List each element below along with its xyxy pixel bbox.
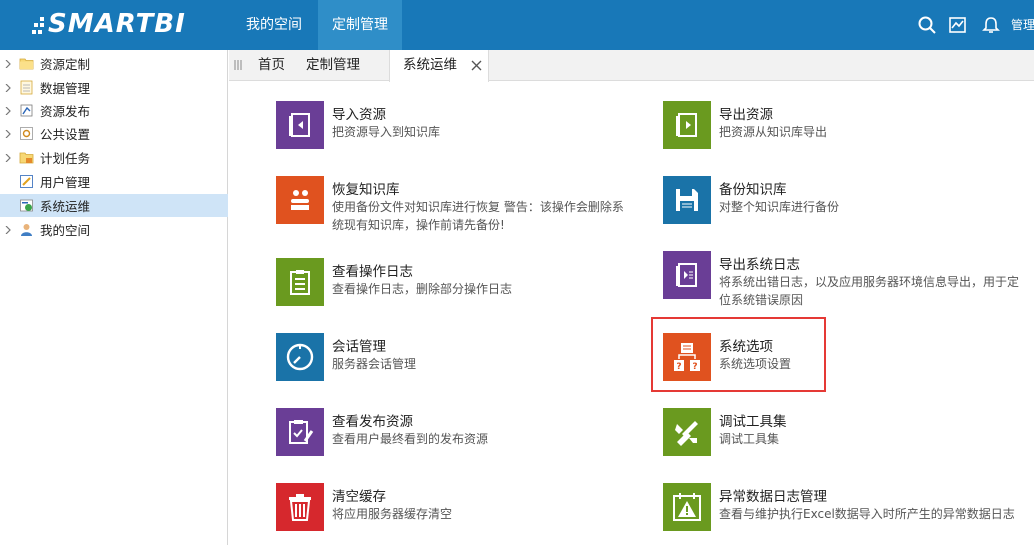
highlight-box [651, 317, 826, 392]
nav-custom-management[interactable]: 定制管理 [318, 0, 402, 50]
tile-view-published-resource[interactable]: 查看发布资源 查看用户最终看到的发布资源 [276, 408, 636, 464]
clipboard-icon [276, 258, 324, 306]
bell-icon[interactable] [981, 15, 1001, 35]
tile-view-operation-log[interactable]: 查看操作日志 查看操作日志，删除部分操作日志 [276, 258, 636, 314]
publish-icon [20, 104, 33, 117]
system-ops-icon [20, 199, 33, 212]
tile-desc: 对整个知识库进行备份 [719, 200, 840, 214]
sidebar-item-resource-publish[interactable]: 资源发布 [0, 99, 228, 122]
top-bar: SMARTBI 我的空间 定制管理 管理 [0, 0, 1034, 50]
logo-text: SMARTBI [48, 9, 186, 39]
restore-icon [276, 176, 324, 224]
tile-restore-repository[interactable]: 恢复知识库 使用备份文件对知识库进行恢复 警告：该操作会删除系统现有知识库，操作… [276, 176, 636, 232]
user-manage-icon [20, 175, 33, 188]
search-icon[interactable] [917, 15, 937, 35]
tile-backup-repository[interactable]: 备份知识库 对整个知识库进行备份 [663, 176, 1023, 232]
tile-title: 导出系统日志 [719, 257, 800, 273]
data-icon [20, 80, 33, 95]
tile-desc: 把资源导入到知识库 [332, 125, 441, 139]
tab-home[interactable]: 首页 [258, 50, 285, 81]
tile-title: 查看操作日志 [332, 264, 413, 280]
sidebar-tree: 资源定制 数据管理 资源发布 公共设置 计划任务 用户管理 系统运维 我的空间 [0, 50, 228, 545]
chevron-right-icon[interactable] [4, 153, 12, 162]
system-ops-panel: 导入资源 把资源导入到知识库 导出资源 把资源从知识库导出 恢复知识库 使用备份… [229, 82, 1034, 545]
sidebar-item-user-management[interactable]: 用户管理 [0, 170, 228, 193]
sidebar-item-scheduled-tasks[interactable]: 计划任务 [0, 146, 228, 169]
tab-system-ops-label: 系统运维 [403, 57, 457, 73]
tile-import-resource[interactable]: 导入资源 把资源导入到知识库 [276, 101, 636, 157]
tile-desc: 将系统出错日志，以及应用服务器环境信息导出，用于定位系统错误原因 [719, 275, 1020, 307]
import-icon [276, 101, 324, 149]
edit-clipboard-icon [276, 408, 324, 456]
export-log-icon [663, 251, 711, 299]
export-icon [663, 101, 711, 149]
tile-desc: 将应用服务器缓存清空 [332, 507, 453, 521]
smartbi-logo[interactable]: SMARTBI [32, 8, 186, 40]
logo-dots-icon [32, 13, 46, 35]
sidebar-item-data-management[interactable]: 数据管理 [0, 76, 228, 99]
tile-export-resource[interactable]: 导出资源 把资源从知识库导出 [663, 101, 1023, 157]
chevron-right-icon[interactable] [4, 129, 12, 138]
settings-icon [20, 127, 33, 140]
user-menu[interactable]: 管理 [1011, 16, 1034, 33]
tab-system-ops[interactable]: 系统运维 [389, 50, 489, 82]
warning-calendar-icon [663, 483, 711, 531]
tile-clear-cache[interactable]: 清空缓存 将应用服务器缓存清空 [276, 483, 636, 539]
chevron-right-icon[interactable] [4, 106, 12, 115]
nav-my-space[interactable]: 我的空间 [232, 0, 316, 50]
close-icon[interactable] [471, 60, 482, 71]
tile-desc: 查看操作日志，删除部分操作日志 [332, 282, 513, 296]
gauge-icon [276, 333, 324, 381]
tab-custom-management[interactable]: 定制管理 [306, 50, 360, 81]
tile-title: 调试工具集 [719, 414, 787, 430]
tab-bar: 首页 定制管理 系统运维 [229, 50, 1034, 82]
tab-grip-icon[interactable] [234, 60, 242, 70]
chevron-right-icon[interactable] [4, 225, 12, 234]
folder-icon [19, 58, 34, 70]
tile-title: 会话管理 [332, 339, 386, 355]
chevron-right-icon[interactable] [4, 83, 12, 92]
tile-desc: 查看与维护执行Excel数据导入时所产生的异常数据日志 [719, 507, 1015, 521]
tile-desc: 查看用户最终看到的发布资源 [332, 432, 489, 446]
sidebar-item-system-ops[interactable]: 系统运维 [0, 194, 228, 217]
floppy-disk-icon [663, 176, 711, 224]
tile-title: 备份知识库 [719, 182, 787, 198]
tile-title: 恢复知识库 [332, 182, 400, 198]
tile-export-system-log[interactable]: 导出系统日志 将系统出错日志，以及应用服务器环境信息导出，用于定位系统错误原因 [663, 251, 1023, 307]
sidebar-item-public-settings[interactable]: 公共设置 [0, 122, 228, 145]
user-icon [21, 224, 32, 236]
tile-desc: 调试工具集 [719, 432, 780, 446]
tile-title: 导入资源 [332, 107, 386, 123]
tile-debug-tools[interactable]: 调试工具集 调试工具集 [663, 408, 1023, 464]
trash-icon [276, 483, 324, 531]
tile-title: 查看发布资源 [332, 414, 413, 430]
tile-title: 异常数据日志管理 [719, 489, 827, 505]
sidebar-item-my-space[interactable]: 我的空间 [0, 218, 228, 241]
sidebar-item-resource-custom[interactable]: 资源定制 [0, 52, 228, 75]
tile-abnormal-data-log[interactable]: 异常数据日志管理 查看与维护执行Excel数据导入时所产生的异常数据日志 [663, 483, 1023, 539]
tile-desc: 服务器会话管理 [332, 357, 417, 371]
chevron-right-icon[interactable] [4, 59, 12, 68]
tile-desc: 把资源从知识库导出 [719, 125, 828, 139]
tile-title: 清空缓存 [332, 489, 386, 505]
task-icon [19, 152, 34, 164]
tile-desc: 使用备份文件对知识库进行恢复 警告：该操作会删除系统现有知识库，操作前请先备份! [332, 200, 624, 232]
chart-icon[interactable] [948, 15, 968, 35]
tile-session-management[interactable]: 会话管理 服务器会话管理 [276, 333, 636, 389]
tile-title: 导出资源 [719, 107, 773, 123]
tools-icon [663, 408, 711, 456]
